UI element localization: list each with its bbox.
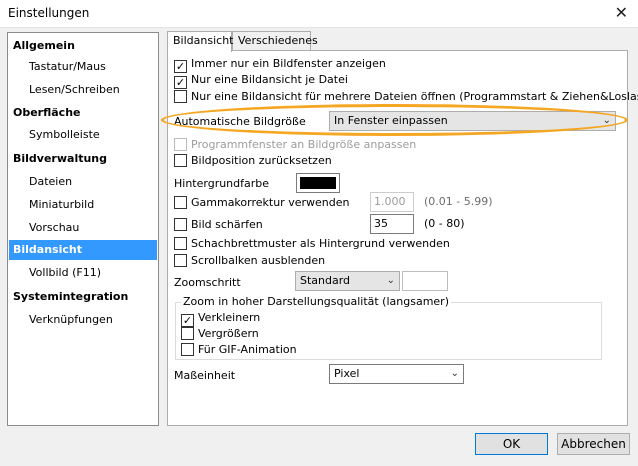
nav-symbolleiste[interactable]: Symbolleiste bbox=[9, 125, 157, 145]
label-nur-eine-ansicht-mehrere: Nur eine Bildansicht für mehrere Dateien… bbox=[191, 90, 638, 103]
tab-verschiedenes[interactable]: Verschiedenes bbox=[232, 31, 318, 51]
label-gammakorrektur: Gammakorrektur verwenden bbox=[191, 196, 350, 209]
label-scrollbalken: Scrollbalken ausblenden bbox=[191, 254, 326, 267]
option-scrollbalken[interactable]: Scrollbalken ausblenden bbox=[174, 253, 325, 269]
label-masseinheit: Maßeinheit bbox=[174, 369, 236, 382]
label-vergroessern: Vergrößern bbox=[198, 327, 259, 340]
nav-bildansicht[interactable]: Bildansicht bbox=[9, 240, 157, 260]
label-hintergrundfarbe: Hintergrundfarbe bbox=[174, 177, 270, 190]
option-bildposition-zuruecksetzen[interactable]: Bildposition zurücksetzen bbox=[174, 153, 332, 169]
option-verkleinern[interactable]: ✓ Verkleinern bbox=[181, 310, 261, 327]
bild-schaerfen-input[interactable]: 35 bbox=[370, 214, 414, 234]
chevron-down-icon: ⌄ bbox=[386, 275, 395, 286]
background-color-picker[interactable] bbox=[296, 173, 340, 193]
nav-miniaturbild[interactable]: Miniaturbild bbox=[9, 195, 157, 215]
bildansicht-panel: ✓ Immer nur ein Bildfenster anzeigen ✓ Nur… bbox=[167, 50, 638, 426]
checkbox-gif-animation[interactable] bbox=[181, 343, 194, 356]
option-bild-schaerfen[interactable]: Bild schärfen bbox=[174, 217, 263, 233]
zoom-quality-group: Zoom in hoher Darstellungsqualität (lang… bbox=[175, 295, 602, 360]
label-schachbrettmuster: Schachbrettmuster als Hintergrund verwen… bbox=[191, 237, 450, 250]
option-immer-nur-ein-bildfenster[interactable]: ✓ Immer nur ein Bildfenster anzeigen bbox=[174, 56, 386, 73]
option-vergroessern[interactable]: Vergrößern bbox=[181, 326, 259, 342]
checkbox-bildposition-zuruecksetzen[interactable] bbox=[174, 154, 187, 167]
tab-bildansicht[interactable]: Bildansicht bbox=[167, 31, 233, 52]
settings-nav: Allgemein Tastatur/Maus Lesen/Schreiben Obe… bbox=[7, 32, 159, 426]
nav-tastatur-maus[interactable]: Tastatur/Maus bbox=[9, 57, 157, 77]
label-bildposition-zuruecksetzen: Bildposition zurücksetzen bbox=[191, 154, 332, 167]
zoomschritt-custom-input[interactable] bbox=[402, 271, 448, 291]
window-title: Einstellungen bbox=[8, 6, 90, 20]
abbrechen-button[interactable]: Abbrechen bbox=[557, 433, 630, 455]
nav-systemintegration[interactable]: Systemintegration bbox=[9, 287, 157, 307]
label-zoomschritt: Zoomschritt bbox=[174, 276, 241, 289]
option-programmfenster-anpassen[interactable]: Programmfenster an Bildgröße anpassen bbox=[174, 137, 416, 153]
nav-vorschau[interactable]: Vorschau bbox=[9, 218, 157, 238]
dropdown-zoomschritt-value: Standard bbox=[300, 274, 351, 287]
gammakorrektur-input[interactable]: 1.000 bbox=[370, 192, 414, 212]
nav-lesen-schreiben[interactable]: Lesen/Schreiben bbox=[9, 80, 157, 100]
checkbox-scrollbalken[interactable] bbox=[174, 254, 187, 267]
label-bild-schaerfen: Bild schärfen bbox=[191, 218, 263, 231]
nav-dateien[interactable]: Dateien bbox=[9, 172, 157, 192]
close-icon[interactable]: ✕ bbox=[615, 3, 628, 22]
dropdown-masseinheit-value: Pixel bbox=[334, 367, 360, 380]
nav-bildverwaltung[interactable]: Bildverwaltung bbox=[9, 149, 157, 169]
chevron-down-icon: ⌄ bbox=[450, 368, 459, 379]
checkbox-schachbrettmuster[interactable] bbox=[174, 237, 187, 250]
checkbox-nur-eine-ansicht-mehrere[interactable] bbox=[174, 90, 187, 103]
label-immer-nur-ein-bildfenster: Immer nur ein Bildfenster anzeigen bbox=[191, 57, 386, 70]
bild-schaerfen-range-hint: (0 - 80) bbox=[424, 217, 465, 230]
label-automatische-bildgroesse: Automatische Bildgröße bbox=[174, 115, 306, 128]
color-swatch bbox=[300, 177, 336, 189]
dropdown-masseinheit[interactable]: Pixel ⌄ bbox=[329, 364, 464, 384]
title-bar: Einstellungen ✕ bbox=[0, 0, 638, 28]
chevron-down-icon: ⌄ bbox=[602, 115, 611, 126]
zoom-quality-group-title: Zoom in hoher Darstellungsqualität (lang… bbox=[181, 295, 451, 308]
dropdown-zoomschritt[interactable]: Standard ⌄ bbox=[295, 271, 400, 291]
gammakorrektur-range-hint: (0.01 - 5.99) bbox=[424, 195, 493, 208]
label-nur-eine-ansicht-je-datei: Nur eine Bildansicht je Datei bbox=[191, 73, 348, 86]
label-gif-animation: Für GIF-Animation bbox=[198, 343, 297, 356]
nav-vollbild[interactable]: Vollbild (F11) bbox=[9, 263, 157, 283]
option-schachbrettmuster[interactable]: Schachbrettmuster als Hintergrund verwen… bbox=[174, 236, 450, 252]
ok-button[interactable]: OK bbox=[475, 433, 548, 455]
checkbox-vergroessern[interactable] bbox=[181, 327, 194, 340]
nav-verknuepfungen[interactable]: Verknüpfungen bbox=[9, 310, 157, 330]
checkbox-programmfenster-anpassen[interactable] bbox=[174, 138, 187, 151]
nav-allgemein[interactable]: Allgemein bbox=[9, 36, 157, 56]
dropdown-automatische-bildgroesse-value: In Fenster einpassen bbox=[334, 114, 448, 127]
dropdown-automatische-bildgroesse[interactable]: In Fenster einpassen ⌄ bbox=[329, 111, 616, 131]
checkbox-bild-schaerfen[interactable] bbox=[174, 218, 187, 231]
option-gif-animation[interactable]: Für GIF-Animation bbox=[181, 342, 297, 358]
option-nur-eine-ansicht-mehrere[interactable]: Nur eine Bildansicht für mehrere Dateien… bbox=[174, 89, 638, 105]
option-nur-eine-ansicht-je-datei[interactable]: ✓ Nur eine Bildansicht je Datei bbox=[174, 72, 348, 89]
nav-oberflaeche[interactable]: Oberfläche bbox=[9, 103, 157, 123]
option-gammakorrektur[interactable]: Gammakorrektur verwenden bbox=[174, 195, 349, 211]
label-programmfenster-anpassen: Programmfenster an Bildgröße anpassen bbox=[191, 138, 417, 151]
checkbox-nur-eine-ansicht-je-datei[interactable]: ✓ bbox=[174, 76, 187, 89]
label-verkleinern: Verkleinern bbox=[198, 311, 261, 324]
checkbox-gammakorrektur[interactable] bbox=[174, 196, 187, 209]
